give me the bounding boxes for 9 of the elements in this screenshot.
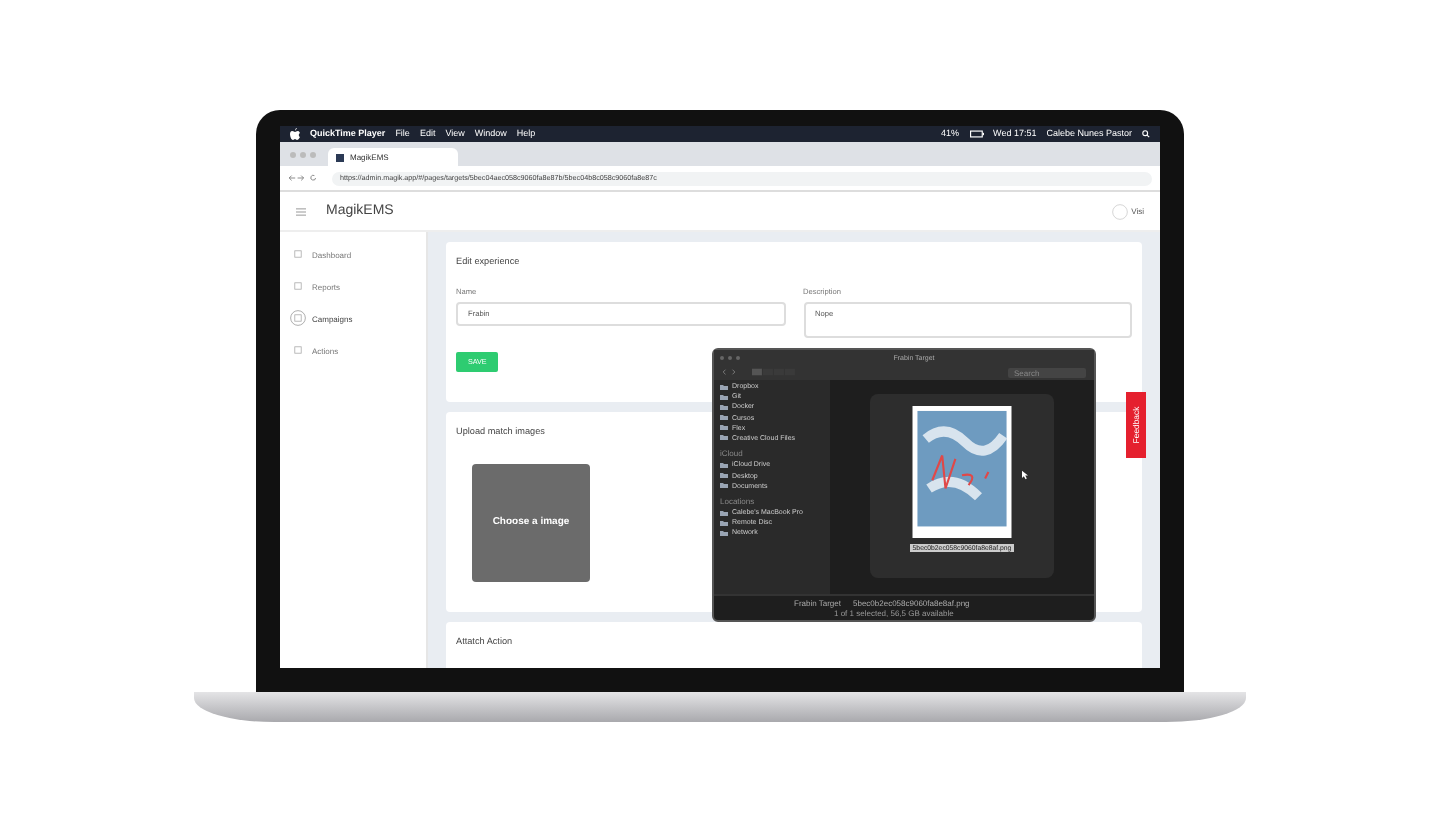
menu-icon[interactable]	[296, 207, 306, 215]
battery-icon[interactable]	[969, 130, 984, 138]
image-preview	[912, 406, 1012, 538]
window-controls[interactable]	[290, 151, 316, 157]
search-icon[interactable]	[1142, 130, 1150, 138]
apple-icon[interactable]	[290, 128, 300, 140]
cursor-icon	[1022, 470, 1028, 480]
avatar-icon[interactable]	[1111, 203, 1128, 219]
favicon-icon	[336, 153, 344, 161]
